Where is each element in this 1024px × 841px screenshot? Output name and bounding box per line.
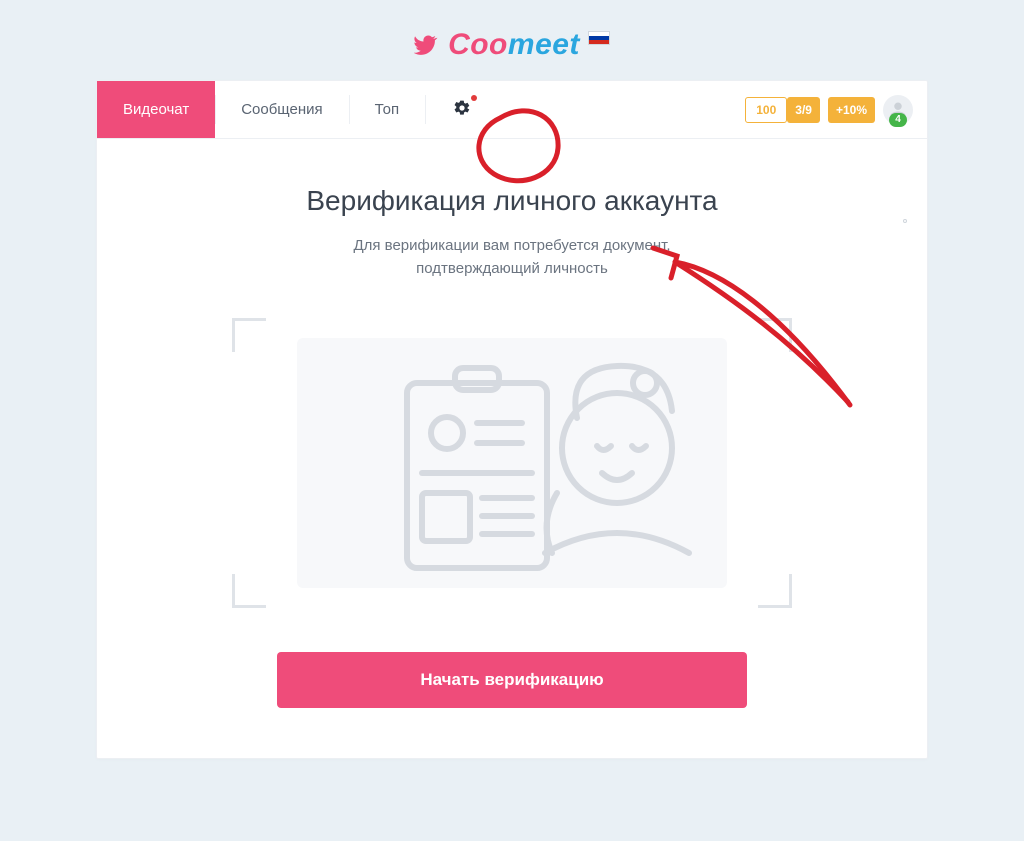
main-panel: Видеочат Сообщения Топ 100 3/9 +10% 4	[96, 80, 928, 759]
frame-corner-bl	[232, 574, 266, 608]
gear-icon	[453, 104, 471, 121]
tab-videochat[interactable]: Видеочат	[97, 81, 215, 138]
frame-corner-br	[758, 574, 792, 608]
start-verification-button[interactable]: Начать верификацию	[277, 652, 747, 708]
status-chips: 100 3/9 +10% 4	[745, 81, 927, 138]
brand-text: Coomeet	[448, 28, 580, 62]
content-area: Верификация личного аккаунта Для верифик…	[97, 139, 927, 758]
illustration-frame	[232, 318, 792, 608]
tab-top[interactable]: Топ	[349, 81, 425, 138]
avatar[interactable]: 4	[883, 95, 913, 125]
tab-bar: Видеочат Сообщения Топ 100 3/9 +10% 4	[97, 81, 927, 139]
credits-chip[interactable]: 100	[745, 97, 787, 123]
russia-flag-icon[interactable]	[588, 31, 610, 45]
page-subtitle: Для верификации вам потребуется документ…	[353, 235, 670, 280]
ratio-chip[interactable]: 3/9	[787, 97, 820, 123]
bonus-chip[interactable]: +10%	[828, 97, 875, 123]
tab-settings[interactable]	[425, 81, 499, 138]
page-title: Верификация личного аккаунта	[306, 185, 717, 217]
bird-icon	[414, 32, 440, 58]
frame-corner-tr	[758, 318, 792, 352]
illustration	[297, 338, 727, 588]
brand-header: Coomeet	[414, 28, 610, 62]
frame-corner-tl	[232, 318, 266, 352]
tab-messages[interactable]: Сообщения	[215, 81, 348, 138]
notification-dot	[471, 95, 477, 101]
decorative-dot	[903, 219, 907, 223]
avatar-count-badge: 4	[889, 113, 907, 127]
